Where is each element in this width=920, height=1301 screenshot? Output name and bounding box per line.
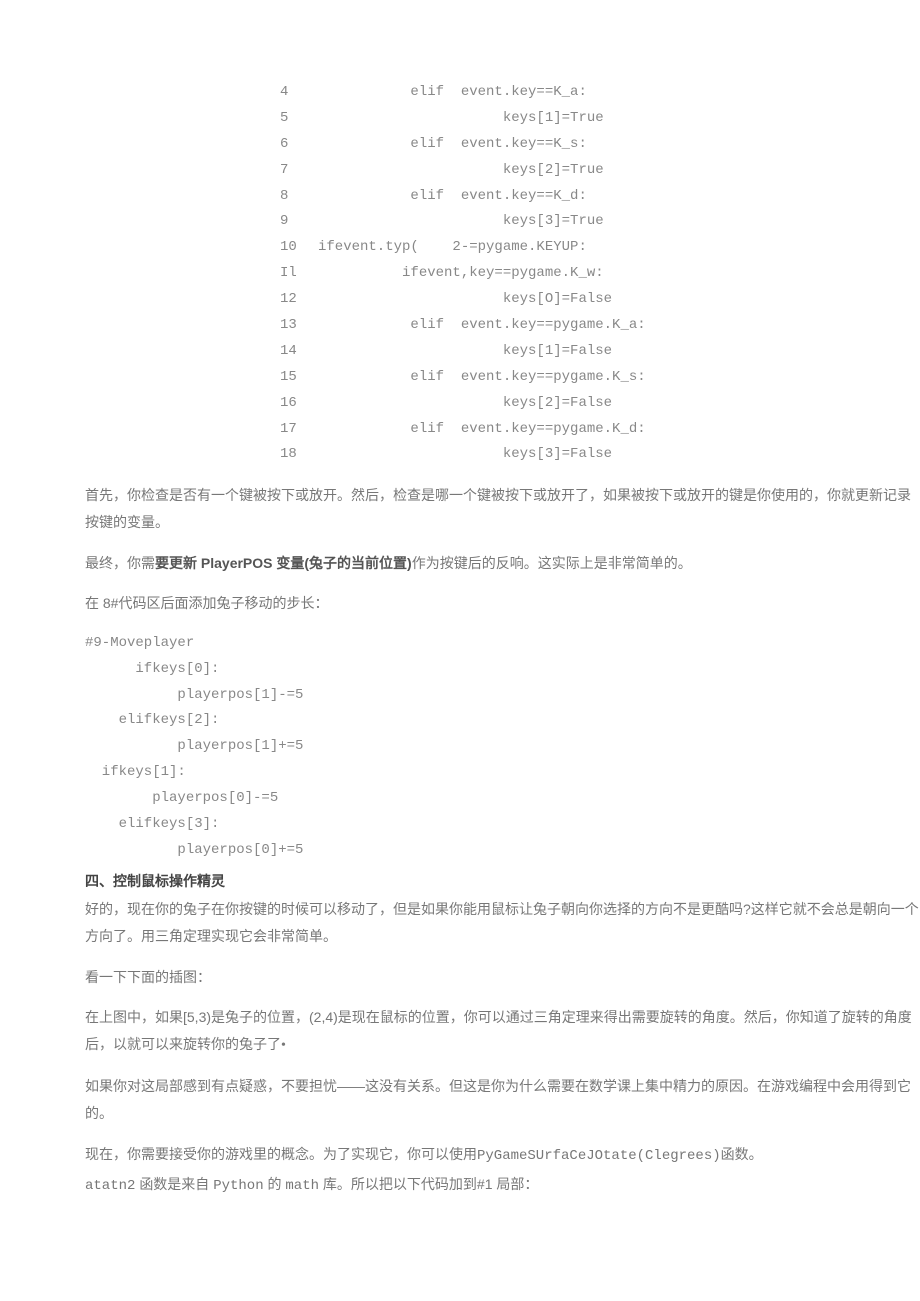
line-number: 10: [280, 235, 318, 261]
line-number: Il: [280, 261, 318, 287]
code-text: elif event.key==pygame.K_a:: [318, 313, 646, 339]
line-number: 4: [280, 80, 318, 106]
paragraph: 最终，你需要更新 PlayerPOS 变量(兔子的当前位置)作为按键后的反响。这…: [85, 550, 920, 577]
heading-4: 四、控制鼠标操作精灵: [85, 868, 920, 895]
code-line: 13 elif event.key==pygame.K_a:: [280, 313, 920, 339]
line-number: 6: [280, 132, 318, 158]
code-line: 10ifevent.typ( 2-=pygame.KEYUP:: [280, 235, 920, 261]
code-text: keys[3]=False: [318, 442, 612, 468]
bullet-dot: •: [281, 1038, 286, 1053]
paragraph: 现在，你需要接受你的游戏里的概念。为了实现它，你可以使用PyGameSUrfaC…: [85, 1141, 920, 1170]
code-text: keys[1]=True: [318, 106, 604, 132]
line-number: 17: [280, 417, 318, 443]
line-number: 8: [280, 184, 318, 210]
text: 函数。: [721, 1146, 763, 1162]
code-line: 4 elif event.key==K_a:: [280, 80, 920, 106]
code-line: elifkeys[3]:: [85, 812, 920, 838]
code-line: 16 keys[2]=False: [280, 391, 920, 417]
code-line: 14 keys[1]=False: [280, 339, 920, 365]
code-line: 12 keys[O]=False: [280, 287, 920, 313]
code-text: elif event.key==K_d:: [318, 184, 587, 210]
line-number: 7: [280, 158, 318, 184]
code-line: #9-Moveplayer: [85, 631, 920, 657]
code-text: keys[1]=False: [318, 339, 612, 365]
line-number: 14: [280, 339, 318, 365]
code-text: elif event.key==K_a:: [318, 80, 587, 106]
code-line: playerpos[1]-=5: [85, 683, 920, 709]
document-page: 4 elif event.key==K_a:5 keys[1]=True6 el…: [0, 0, 920, 1274]
code-line: 17 elif event.key==pygame.K_d:: [280, 417, 920, 443]
code-inline: atatn2: [85, 1178, 135, 1194]
code-line: ifkeys[1]:: [85, 760, 920, 786]
code-line: 5 keys[1]=True: [280, 106, 920, 132]
code-text: keys[2]=False: [318, 391, 612, 417]
line-number: 9: [280, 209, 318, 235]
paragraph: 在 8#代码区后面添加兔子移动的步长：: [85, 590, 920, 617]
code-line: elifkeys[2]:: [85, 708, 920, 734]
paragraph: atatn2 函数是来自 Python 的 math 库。所以把以下代码加到#1…: [85, 1171, 920, 1200]
paragraph: 首先，你检查是否有一个键被按下或放开。然后，检查是哪一个键被按下或放开了，如果被…: [85, 482, 920, 535]
code-text: ifevent.typ( 2-=pygame.KEYUP:: [318, 235, 587, 261]
code-block-2: #9-Moveplayer ifkeys[0]: playerpos[1]-=5…: [85, 631, 920, 864]
text: 函数是来自: [139, 1176, 209, 1192]
code-text: ifevent,key==pygame.K_w:: [318, 261, 604, 287]
code-line: 15 elif event.key==pygame.K_s:: [280, 365, 920, 391]
text: 在上图中，如果[5,3)是兔子的位置，(2,4)是现在鼠标的位置，你可以通过三角…: [85, 1009, 912, 1052]
code-line: 8 elif event.key==K_d:: [280, 184, 920, 210]
paragraph: 在上图中，如果[5,3)是兔子的位置，(2,4)是现在鼠标的位置，你可以通过三角…: [85, 1004, 920, 1059]
text: 最终，你需: [85, 555, 155, 571]
code-line: playerpos[0]+=5: [85, 838, 920, 864]
text: 库。所以把以下代码加到#1 局部：: [323, 1176, 538, 1192]
line-number: 5: [280, 106, 318, 132]
paragraph: 如果你对这局部感到有点疑惑，不要担忧——这没有关系。但这是你为什么需要在数学课上…: [85, 1073, 920, 1126]
code-text: elif event.key==pygame.K_d:: [318, 417, 646, 443]
code-inline: math: [285, 1178, 319, 1194]
code-block-1: 4 elif event.key==K_a:5 keys[1]=True6 el…: [280, 80, 920, 468]
text: 作为按键后的反响。这实际上是非常简单的。: [412, 555, 692, 571]
code-text: keys[2]=True: [318, 158, 604, 184]
strong-text: 要更新 PlayerPOS 变量(兔子的当前位置): [155, 555, 412, 571]
code-line: 7 keys[2]=True: [280, 158, 920, 184]
text: 现在，你需要接受你的游戏里的概念。为了实现它，你可以使用: [85, 1146, 477, 1162]
line-number: 15: [280, 365, 318, 391]
code-text: keys[3]=True: [318, 209, 604, 235]
code-text: elif event.key==pygame.K_s:: [318, 365, 646, 391]
code-line: playerpos[0]-=5: [85, 786, 920, 812]
code-line: ifkeys[0]:: [85, 657, 920, 683]
code-line: 9 keys[3]=True: [280, 209, 920, 235]
code-inline: PyGameSUrfaCeJOtate(Clegrees): [477, 1148, 721, 1164]
paragraph: 看一下下面的插图：: [85, 964, 920, 991]
text: 的: [268, 1176, 282, 1192]
line-number: 16: [280, 391, 318, 417]
code-line: 6 elif event.key==K_s:: [280, 132, 920, 158]
line-number: 13: [280, 313, 318, 339]
code-line: playerpos[1]+=5: [85, 734, 920, 760]
line-number: 18: [280, 442, 318, 468]
code-inline: Python: [213, 1178, 263, 1194]
code-text: keys[O]=False: [318, 287, 612, 313]
code-text: elif event.key==K_s:: [318, 132, 587, 158]
code-line: Il ifevent,key==pygame.K_w:: [280, 261, 920, 287]
code-line: 18 keys[3]=False: [280, 442, 920, 468]
line-number: 12: [280, 287, 318, 313]
paragraph: 好的，现在你的兔子在你按键的时候可以移动了，但是如果你能用鼠标让兔子朝向你选择的…: [85, 896, 920, 949]
